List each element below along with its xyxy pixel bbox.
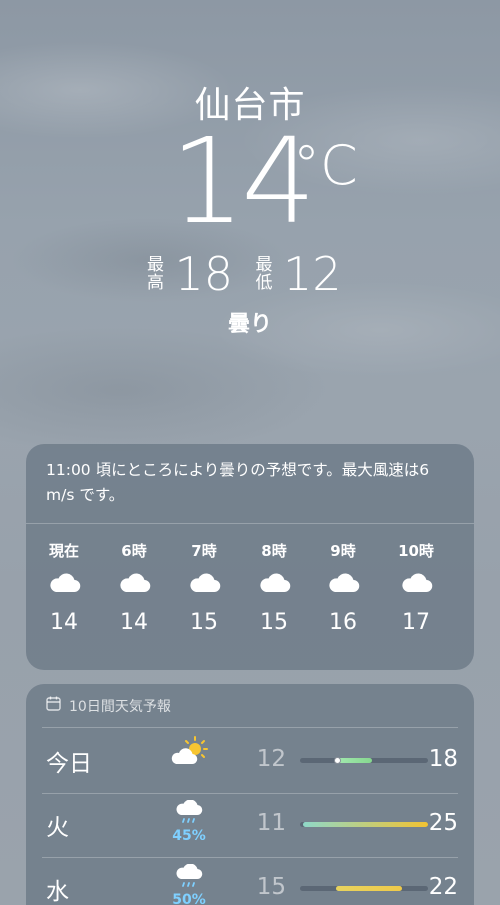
cloud-icon <box>169 562 239 604</box>
hour-temperature: 17 <box>402 610 430 635</box>
cloud-icon <box>99 562 169 604</box>
cloud-icon <box>29 562 99 604</box>
high-temperature: 18 <box>174 247 233 301</box>
cloud-rain-icon: 50% <box>164 863 214 905</box>
day-low: 15 <box>256 874 286 900</box>
hour-temperature: 15 <box>260 610 288 635</box>
day-low: 12 <box>256 746 286 772</box>
day-high: 22 <box>428 874 458 900</box>
ten-day-forecast-card[interactable]: 10日間天気予報 今日 12 18 火 45% 11 25 水 50% 15 22 <box>26 684 474 905</box>
hour-temperature: 15 <box>190 610 218 635</box>
precip-chance: 50% <box>172 892 206 905</box>
cloud-icon <box>381 562 451 604</box>
hour-label: 現在 <box>48 542 79 560</box>
low-label: 最低 <box>255 255 273 293</box>
hourly-item: 6時 14 <box>99 540 169 635</box>
day-name: 火 <box>46 815 69 841</box>
hourly-item: 現在 14 <box>29 540 99 635</box>
day-low: 11 <box>256 810 286 836</box>
hourly-item: 7時 15 <box>169 540 239 635</box>
calendar-icon <box>46 696 61 715</box>
temperature-range-fill <box>335 886 403 891</box>
day-high: 18 <box>428 746 458 772</box>
temperature-range-bar <box>300 822 428 827</box>
day-row[interactable]: 火 45% 11 25 <box>42 794 458 858</box>
hourly-item: 9時 16 <box>308 540 378 635</box>
ten-day-header: 10日間天気予報 <box>42 684 458 728</box>
temperature-range-fill <box>302 822 428 827</box>
condition-text: 曇り <box>227 312 272 337</box>
hour-label: 6時 <box>121 542 147 560</box>
hourly-forecast-card[interactable]: 11:00 頃にところにより曇りの予想です。最大風速は6 m/s です。 現在 1… <box>26 444 474 670</box>
low-temperature: 12 <box>283 247 342 301</box>
high-label: 最高 <box>146 255 164 293</box>
hourly-item: 10時 17 <box>381 540 451 635</box>
hour-label: 7時 <box>191 542 217 560</box>
sun-behind-cloud-icon <box>164 736 214 770</box>
cloud-icon <box>308 562 378 604</box>
hour-label: 8時 <box>261 542 287 560</box>
cloud-icon <box>239 562 309 604</box>
day-row[interactable]: 水 50% 15 22 <box>42 858 458 905</box>
temperature-unit: °C <box>293 134 358 197</box>
hour-label: 10時 <box>398 542 434 560</box>
hour-temperature: 16 <box>329 610 357 635</box>
current-temperature: 14 <box>170 112 316 250</box>
hourly-item: 8時 15 <box>239 540 309 635</box>
cloud-rain-icon: 45% <box>164 799 214 844</box>
ten-day-title: 10日間天気予報 <box>69 698 171 715</box>
precip-chance: 45% <box>172 828 206 844</box>
forecast-summary: 11:00 頃にところにより曇りの予想です。最大風速は6 m/s です。 <box>26 444 474 524</box>
hour-temperature: 14 <box>120 610 148 635</box>
high-low: 最高 18 最低 12 <box>0 248 500 300</box>
day-row[interactable]: 今日 12 18 <box>42 730 458 794</box>
temperature-range-bar <box>300 886 428 891</box>
hour-label: 9時 <box>330 542 356 560</box>
hour-temperature: 14 <box>50 610 78 635</box>
temperature-range-fill <box>335 758 372 763</box>
day-name: 水 <box>46 879 69 905</box>
day-high: 25 <box>428 810 458 836</box>
temperature-range-bar <box>300 757 428 764</box>
day-name: 今日 <box>46 751 92 777</box>
